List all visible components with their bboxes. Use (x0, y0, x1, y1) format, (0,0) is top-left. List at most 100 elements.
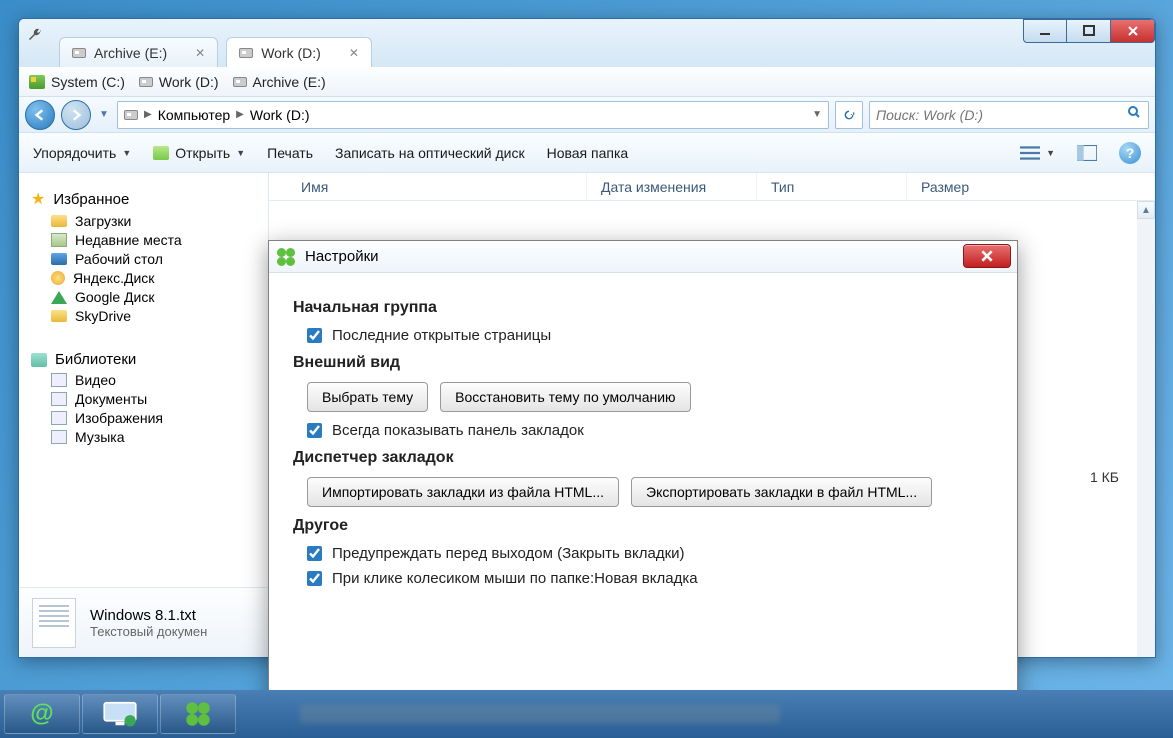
restore-theme-button[interactable]: Восстановить тему по умолчанию (440, 382, 690, 412)
sidebar-libraries-heading[interactable]: Библиотеки (31, 351, 262, 368)
sidebar-item-downloads[interactable]: Загрузки (51, 213, 262, 229)
bookmark-system[interactable]: System (C:) (29, 74, 125, 90)
minimize-button[interactable] (1023, 19, 1067, 43)
column-size[interactable]: Размер (907, 173, 1155, 200)
toolbar-burn[interactable]: Записать на оптический диск (335, 145, 525, 161)
chevron-right-icon: ▶ (144, 109, 152, 120)
star-icon: ★ (31, 189, 45, 209)
toolbar-view-dropdown[interactable]: ▼ (1020, 144, 1055, 162)
sidebar-item-video[interactable]: Видео (51, 372, 262, 388)
bookmark-archive[interactable]: Archive (E:) (233, 74, 326, 90)
clover-icon (277, 248, 295, 266)
column-type[interactable]: Тип (757, 173, 907, 200)
sidebar-item-recent[interactable]: Недавние места (51, 232, 262, 248)
toolbar: Упорядочить▼ Открыть▼ Печать Записать на… (19, 133, 1155, 173)
dialog-titlebar[interactable]: Настройки (269, 241, 1017, 273)
chevron-down-icon: ▼ (236, 148, 245, 158)
chevron-right-icon: ▶ (236, 109, 244, 120)
label-last-pages: Последние открытые страницы (332, 327, 551, 344)
heading-other: Другое (293, 517, 993, 535)
taskbar-desktop-button[interactable] (82, 694, 158, 734)
yandex-disk-icon (51, 271, 65, 285)
toolbar-new-folder[interactable]: Новая папка (547, 145, 629, 161)
sidebar-item-skydrive[interactable]: SkyDrive (51, 308, 262, 324)
tab-close-icon[interactable]: ✕ (349, 46, 359, 60)
sidebar-item-documents[interactable]: Документы (51, 391, 262, 407)
details-filename: Windows 8.1.txt (90, 607, 207, 624)
drive-icon (124, 110, 138, 120)
titlebar: Archive (E:) ✕ Work (D:) ✕ (19, 19, 1155, 67)
column-name[interactable]: Имя (287, 173, 587, 200)
drive-icon (139, 77, 153, 87)
pane-icon (1077, 144, 1097, 162)
drive-icon (29, 75, 45, 89)
taskbar: @ (0, 690, 1173, 738)
chevron-down-icon[interactable]: ▼ (812, 109, 822, 120)
close-button[interactable] (1111, 19, 1155, 43)
nav-history-dropdown[interactable]: ▼ (97, 109, 111, 120)
tab-close-icon[interactable]: ✕ (195, 46, 205, 60)
taskbar-clover-button[interactable] (160, 694, 236, 734)
taskbar-mail-button[interactable]: @ (4, 694, 80, 734)
sidebar-item-yandex[interactable]: Яндекс.Диск (51, 270, 262, 286)
music-icon (51, 430, 67, 444)
recent-icon (51, 233, 67, 247)
breadcrumb-root[interactable]: Компьютер (158, 107, 230, 123)
nav-forward-button[interactable] (61, 100, 91, 130)
bookmark-work[interactable]: Work (D:) (139, 74, 219, 90)
file-thumbnail (32, 598, 76, 648)
heading-appearance: Внешний вид (293, 354, 993, 372)
tab-archive[interactable]: Archive (E:) ✕ (59, 37, 218, 67)
dialog-title: Настройки (305, 248, 379, 265)
image-icon (51, 411, 67, 425)
search-input[interactable] (876, 107, 1120, 123)
dialog-body: Начальная группа Последние открытые стра… (269, 273, 1017, 611)
toolbar-organize[interactable]: Упорядочить▼ (33, 145, 131, 161)
import-bookmarks-button[interactable]: Импортировать закладки из файла HTML... (307, 477, 619, 507)
window-controls (1023, 19, 1155, 43)
sidebar-favorites-heading[interactable]: ★Избранное (31, 189, 262, 209)
checkbox-warn-exit[interactable] (307, 546, 322, 561)
label-show-bookmarks-bar: Всегда показывать панель закладок (332, 422, 584, 439)
dialog-close-button[interactable] (963, 244, 1011, 268)
chevron-down-icon: ▼ (1046, 148, 1055, 158)
breadcrumb-current[interactable]: Work (D:) (250, 107, 310, 123)
search-icon (1126, 104, 1142, 125)
document-icon (51, 392, 67, 406)
column-headers: Имя Дата изменения Тип Размер (269, 173, 1155, 201)
toolbar-help-button[interactable]: ? (1119, 142, 1141, 164)
help-icon: ? (1119, 142, 1141, 164)
maximize-button[interactable] (1067, 19, 1111, 43)
toolbar-print[interactable]: Печать (267, 145, 313, 161)
checkbox-show-bookmarks-bar[interactable] (307, 423, 322, 438)
sidebar-item-images[interactable]: Изображения (51, 410, 262, 426)
wrench-icon[interactable] (27, 27, 43, 48)
checkbox-last-pages[interactable] (307, 328, 322, 343)
nav-bar: ▼ ▶ Компьютер ▶ Work (D:) ▼ (19, 97, 1155, 133)
tab-work[interactable]: Work (D:) ✕ (226, 37, 372, 67)
nav-back-button[interactable] (25, 100, 55, 130)
refresh-button[interactable] (835, 101, 863, 129)
details-filetype: Текстовый докумен (90, 624, 207, 639)
bookmarks-bar: System (C:) Work (D:) Archive (E:) (19, 67, 1155, 97)
scroll-up-icon[interactable]: ▲ (1137, 201, 1155, 219)
breadcrumb[interactable]: ▶ Компьютер ▶ Work (D:) ▼ (117, 101, 829, 129)
checkbox-wheel-click[interactable] (307, 571, 322, 586)
column-date[interactable]: Дата изменения (587, 173, 757, 200)
google-drive-icon (51, 291, 67, 304)
vertical-scrollbar[interactable]: ▲ (1137, 201, 1155, 657)
choose-theme-button[interactable]: Выбрать тему (307, 382, 428, 412)
sidebar-item-desktop[interactable]: Рабочий стол (51, 251, 262, 267)
folder-icon (51, 215, 67, 227)
library-icon (31, 353, 47, 367)
sidebar-item-google[interactable]: Google Диск (51, 289, 262, 305)
search-box[interactable] (869, 101, 1149, 129)
toolbar-pane-button[interactable] (1077, 144, 1097, 162)
mail-icon: @ (30, 700, 53, 728)
export-bookmarks-button[interactable]: Экспортировать закладки в файл HTML... (631, 477, 932, 507)
heading-bookmarks-manager: Диспетчер закладок (293, 449, 993, 467)
file-size-cell: 1 КБ (1059, 469, 1119, 485)
tab-label: Work (D:) (261, 45, 321, 61)
toolbar-open[interactable]: Открыть▼ (153, 145, 245, 161)
sidebar-item-music[interactable]: Музыка (51, 429, 262, 445)
